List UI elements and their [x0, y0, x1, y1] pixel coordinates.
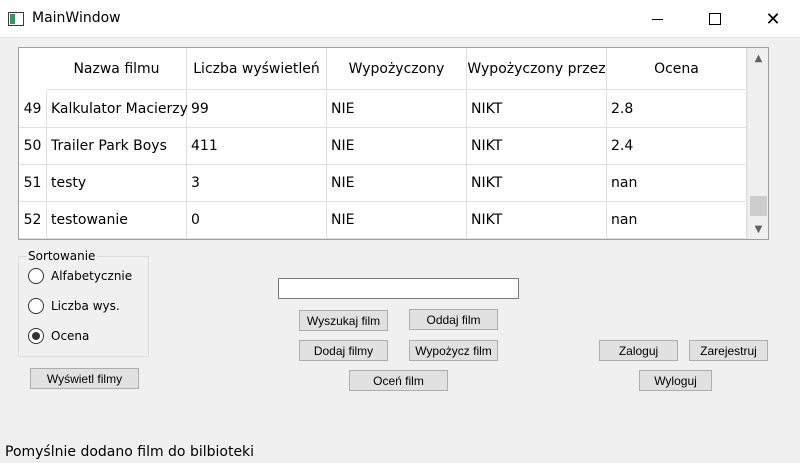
cell-views[interactable]: 99	[187, 91, 327, 127]
column-header-views[interactable]: Liczba wyświetleń	[187, 48, 327, 90]
cell-title[interactable]: Kalkulator Macierzy	[47, 91, 188, 127]
maximize-button[interactable]	[686, 0, 744, 38]
row-number[interactable]: 50	[19, 128, 47, 164]
sort-views-radio[interactable]: Liczba wys.	[28, 298, 120, 314]
cell-title[interactable]: testy	[47, 165, 187, 201]
app-window-icon	[8, 12, 24, 26]
radio-label[interactable]: Alfabetycznie	[51, 269, 132, 283]
cell-rented-by[interactable]: NIKT	[467, 128, 607, 164]
cell-rented[interactable]: NIE	[327, 128, 467, 164]
search-input[interactable]	[278, 278, 519, 299]
return-film-button[interactable]: Oddaj film	[409, 309, 498, 330]
row-number[interactable]: 49	[19, 91, 47, 127]
window-title: MainWindow	[32, 10, 121, 26]
cell-rating[interactable]: 2.8	[607, 91, 747, 127]
rent-film-button[interactable]: Wypożycz film	[409, 340, 498, 361]
sort-alphabetical-radio[interactable]: Alfabetycznie	[28, 268, 132, 284]
table-row[interactable]: 51 testy 3 NIE NIKT nan	[19, 165, 747, 202]
column-header-rented[interactable]: Wypożyczony	[327, 48, 467, 90]
scroll-up-icon[interactable]: ▲	[748, 48, 768, 68]
cell-views[interactable]: 3	[187, 165, 327, 201]
radio-label[interactable]: Ocena	[51, 329, 89, 343]
cell-rented-by[interactable]: NIKT	[467, 165, 607, 201]
row-number[interactable]: 51	[19, 165, 47, 201]
scrollbar-thumb[interactable]	[750, 196, 767, 216]
rate-film-button[interactable]: Oceń film	[349, 370, 448, 391]
table-row[interactable]: 49 Kalkulator Macierzy 99 NIE NIKT 2.8	[19, 91, 747, 128]
vertical-scrollbar[interactable]: ▲ ▼	[747, 48, 768, 239]
column-header-rented-by[interactable]: Wypożyczony przez	[467, 48, 607, 90]
show-films-button[interactable]: Wyświetl filmy	[30, 368, 139, 389]
cell-views[interactable]: 0	[187, 202, 327, 238]
status-bar-message: Pomyślnie dodano film do bilbioteki	[5, 444, 255, 460]
cell-rating[interactable]: nan	[607, 165, 747, 201]
table-header-row: Nazwa filmu Liczba wyświetleń Wypożyczon…	[47, 48, 747, 90]
cell-rented[interactable]: NIE	[327, 202, 467, 238]
register-button[interactable]: Zarejestruj	[689, 340, 768, 361]
maximize-icon	[709, 13, 721, 25]
sort-rating-radio[interactable]: Ocena	[28, 328, 89, 344]
cell-rented[interactable]: NIE	[327, 91, 467, 127]
column-header-title[interactable]: Nazwa filmu	[47, 48, 187, 90]
radio-circle-icon[interactable]	[28, 298, 44, 314]
table-row[interactable]: 52 testowanie 0 NIE NIKT nan	[19, 202, 747, 239]
close-icon: ✕	[765, 8, 781, 30]
cell-rating[interactable]: nan	[607, 202, 747, 238]
logout-button[interactable]: Wyloguj	[639, 370, 712, 391]
sorting-title: Sortowanie	[26, 249, 98, 263]
close-button[interactable]: ✕	[744, 0, 800, 38]
title-bar: MainWindow ✕	[0, 0, 800, 38]
cell-rented-by[interactable]: NIKT	[467, 202, 607, 238]
cell-views[interactable]: 411	[187, 128, 327, 164]
login-button[interactable]: Zaloguj	[599, 340, 678, 361]
radio-label[interactable]: Liczba wys.	[51, 299, 120, 313]
column-header-rating[interactable]: Ocena	[607, 48, 747, 90]
radio-circle-icon[interactable]	[28, 268, 44, 284]
films-table[interactable]: Nazwa filmu Liczba wyświetleń Wypożyczon…	[18, 47, 769, 240]
cell-rating[interactable]: 2.4	[607, 128, 747, 164]
cell-title[interactable]: Trailer Park Boys	[47, 128, 187, 164]
scroll-down-icon[interactable]: ▼	[748, 219, 768, 239]
search-film-button[interactable]: Wyszukaj film	[299, 310, 388, 331]
cell-rented[interactable]: NIE	[327, 165, 467, 201]
minimize-icon	[651, 18, 663, 20]
cell-rented-by[interactable]: NIKT	[467, 91, 607, 127]
row-number[interactable]: 52	[19, 202, 47, 238]
cell-title[interactable]: testowanie	[47, 202, 187, 238]
table-row[interactable]: 50 Trailer Park Boys 411 NIE NIKT 2.4	[19, 128, 747, 165]
minimize-button[interactable]	[628, 0, 686, 38]
radio-circle-checked-icon[interactable]	[28, 328, 44, 344]
add-films-button[interactable]: Dodaj filmy	[299, 340, 388, 361]
